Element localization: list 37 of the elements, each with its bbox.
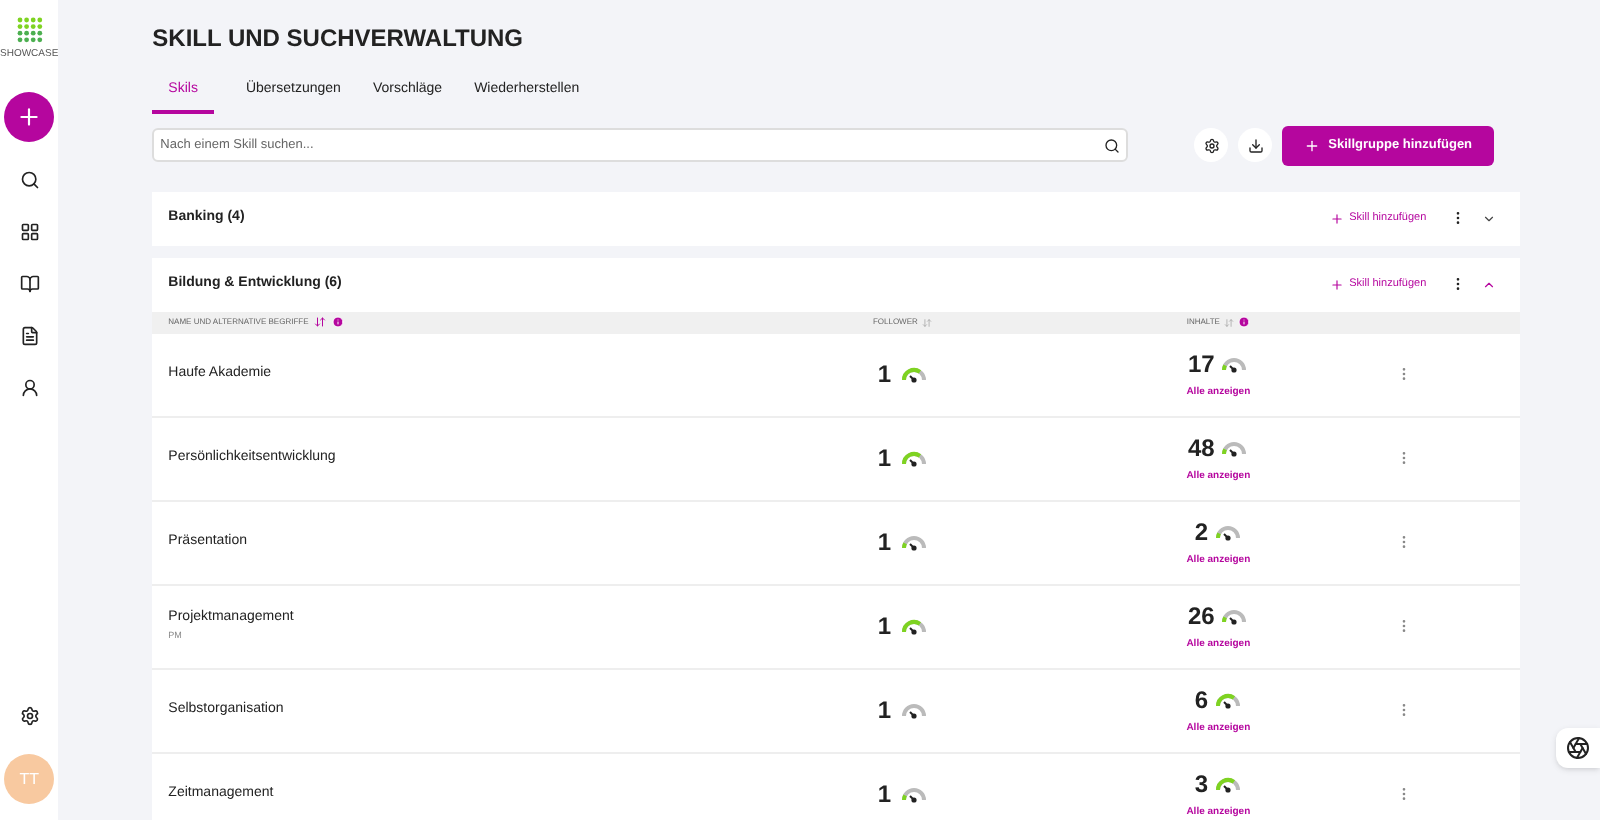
help-widget-button[interactable] [1556, 728, 1600, 768]
download-icon [1247, 137, 1264, 153]
content-count: 26 [1187, 600, 1215, 635]
plus-icon [1304, 137, 1321, 153]
gear-icon [1203, 137, 1220, 153]
follower-count: 1 [877, 694, 892, 728]
page-title: SKILL UND SUCHVERWALTUNG [152, 24, 526, 52]
content-count: 6 [1194, 684, 1209, 719]
expand-toggle[interactable] [1482, 211, 1497, 225]
plus-icon [1329, 211, 1344, 225]
info-icon [332, 316, 345, 328]
search-icon[interactable] [1104, 137, 1121, 153]
plus-icon [1329, 277, 1344, 291]
logo-icon [15, 16, 44, 44]
follower-count: 1 [877, 526, 892, 560]
content-count: 17 [1187, 348, 1215, 383]
aperture-icon [1566, 736, 1590, 760]
grid-icon[interactable] [19, 221, 40, 241]
settings-button[interactable] [1194, 128, 1229, 162]
content-count: 3 [1194, 768, 1209, 803]
book-icon[interactable] [19, 273, 40, 293]
sort-icon[interactable] [314, 316, 327, 328]
follower-count: 1 [877, 358, 892, 392]
expand-toggle[interactable] [1482, 277, 1497, 291]
settings-icon[interactable] [19, 706, 40, 726]
follower-count: 1 [877, 778, 892, 812]
document-icon[interactable] [19, 325, 40, 345]
user-icon[interactable] [19, 377, 40, 397]
add-button[interactable] [4, 91, 55, 141]
follower-count: 1 [877, 442, 892, 476]
search-icon[interactable] [19, 169, 40, 189]
follower-count: 1 [877, 610, 892, 644]
plus-icon [16, 103, 43, 129]
content-count: 2 [1194, 516, 1209, 551]
content-count: 48 [1187, 432, 1215, 467]
download-button[interactable] [1238, 128, 1273, 162]
info-icon [1237, 316, 1250, 328]
